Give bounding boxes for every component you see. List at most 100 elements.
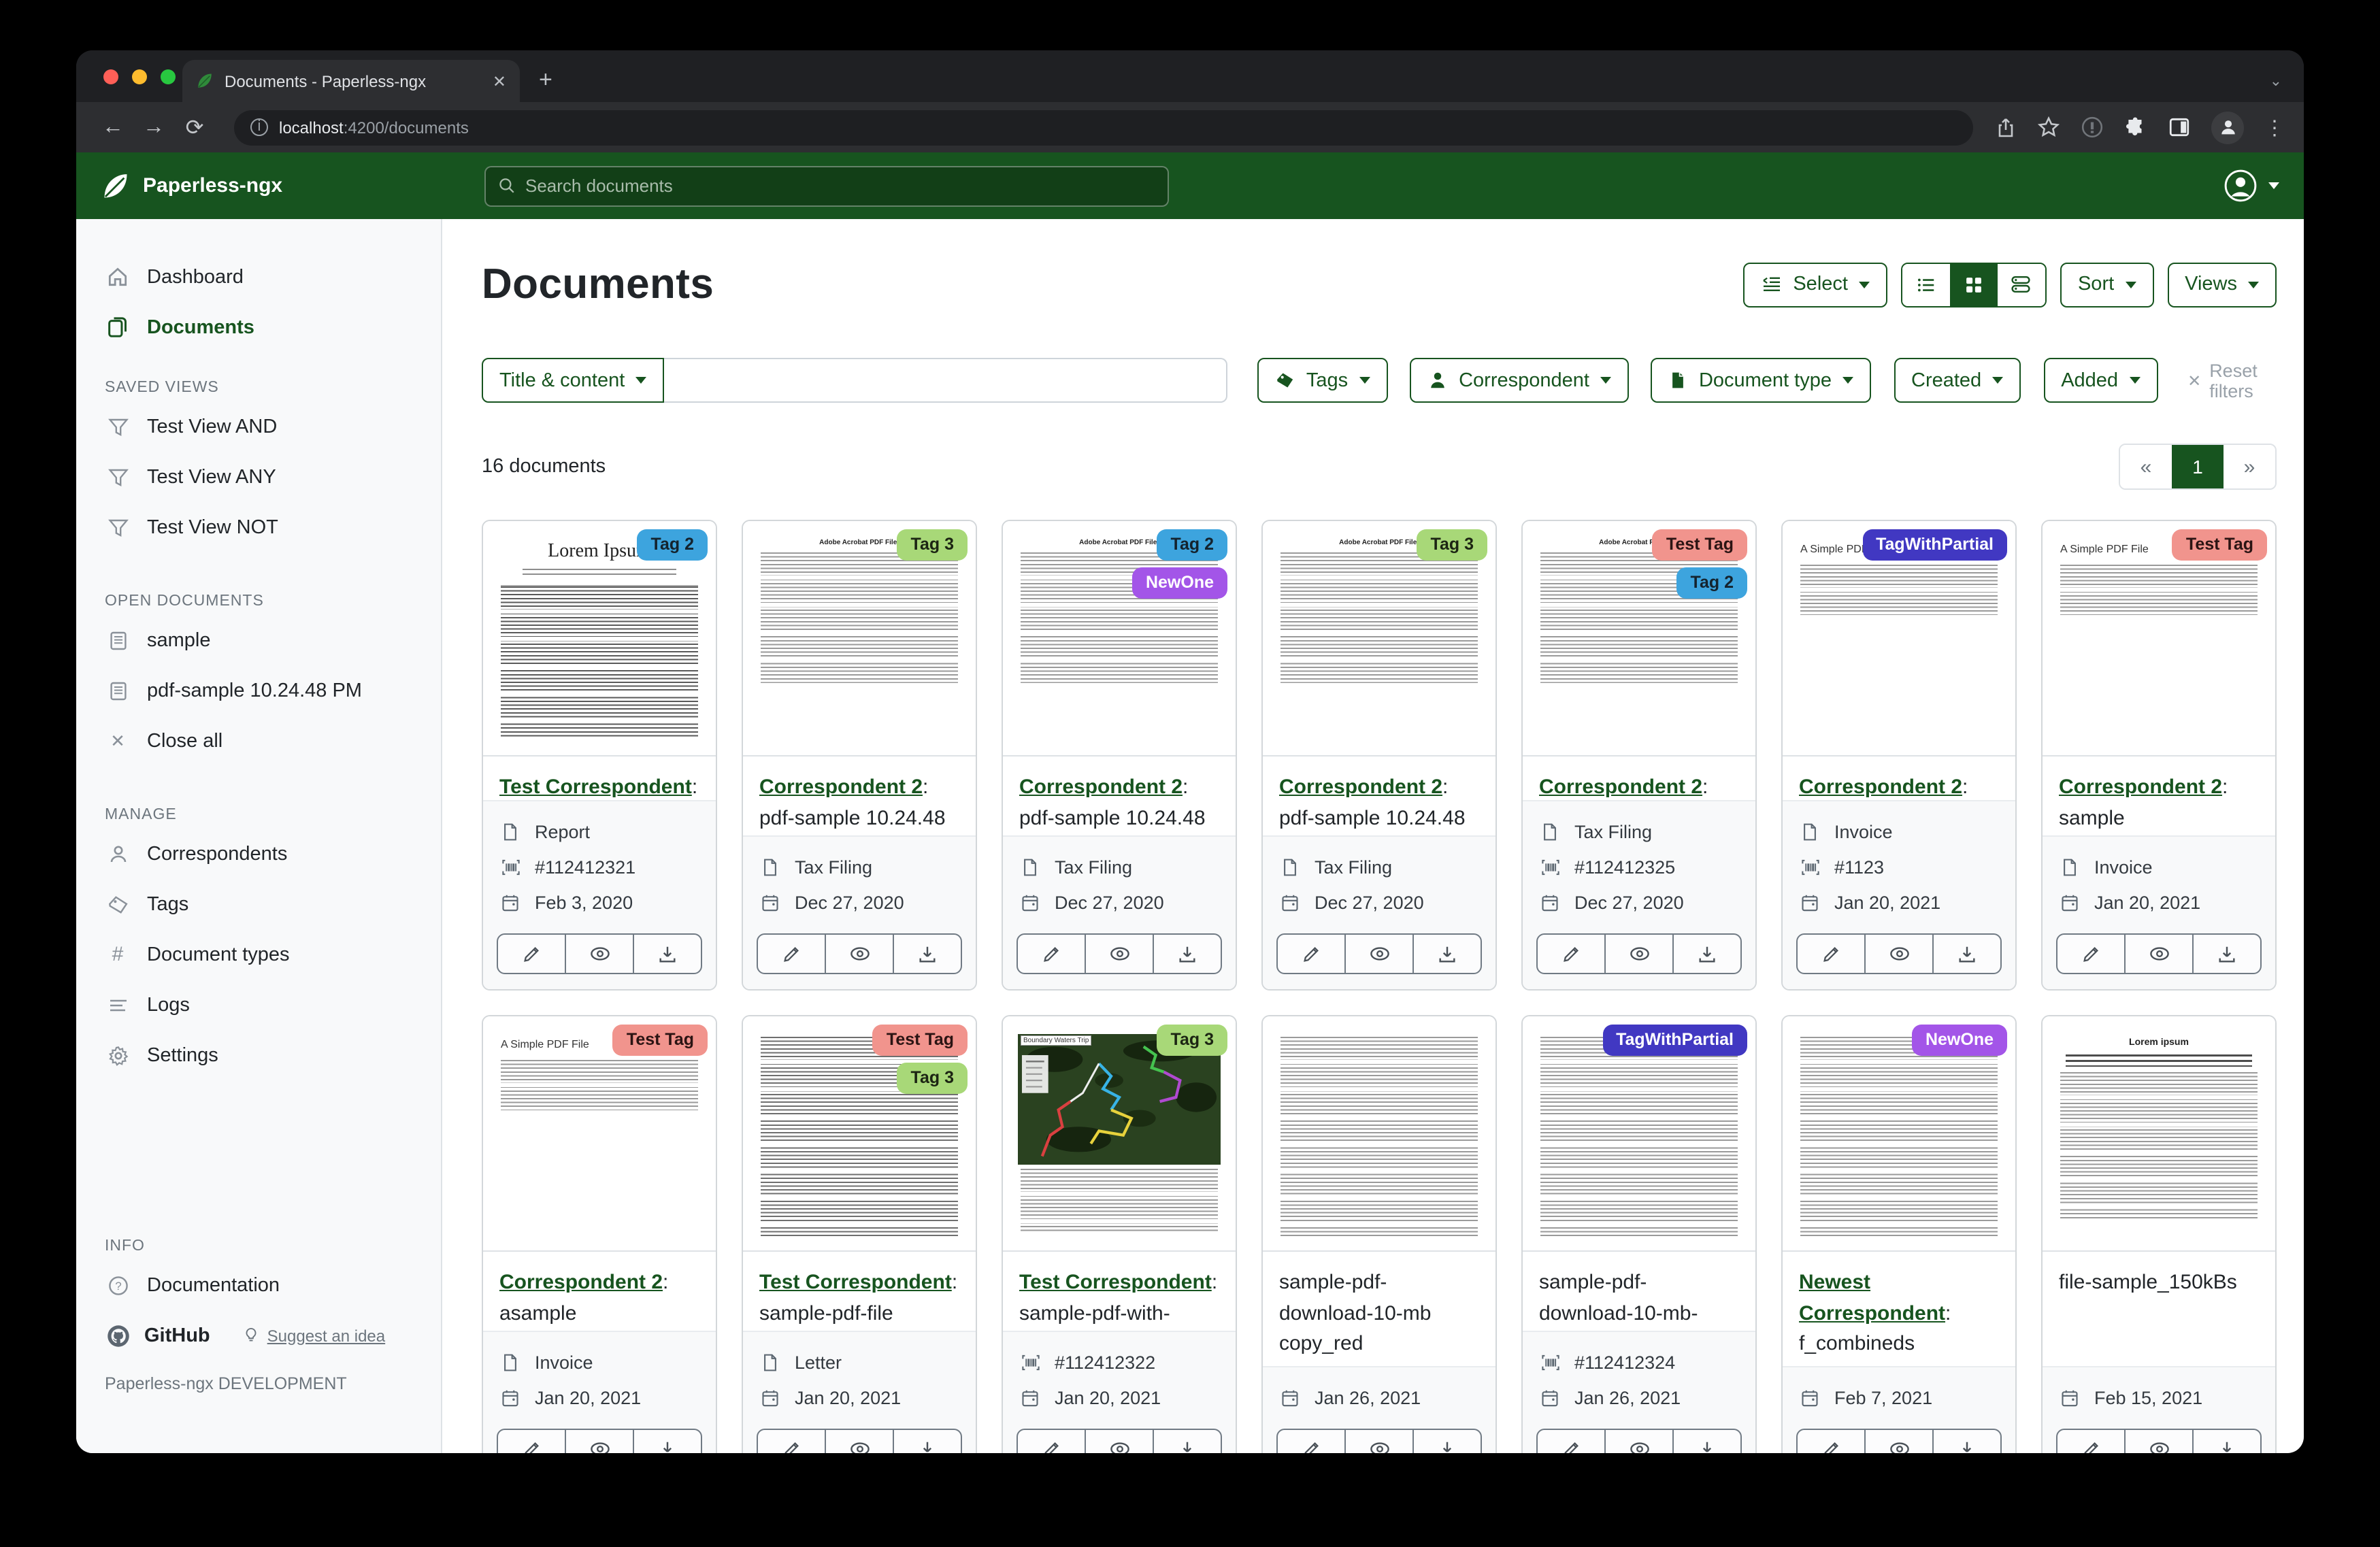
global-search[interactable] bbox=[484, 165, 1169, 206]
created-date-row[interactable]: Dec 27, 2020 bbox=[1279, 884, 1479, 920]
pagination-prev-button[interactable]: « bbox=[2120, 445, 2172, 488]
created-date-row[interactable]: Jan 20, 2021 bbox=[759, 1380, 959, 1415]
download-button[interactable] bbox=[1412, 1430, 1481, 1453]
extensions-puzzle-icon[interactable] bbox=[2124, 116, 2147, 139]
document-thumbnail[interactable]: Adobe Acrobat PDF Files bbox=[743, 521, 976, 756]
created-date-row[interactable]: Dec 27, 2020 bbox=[1019, 884, 1219, 920]
created-date-row[interactable]: Jan 20, 2021 bbox=[1019, 1380, 1219, 1415]
preview-button[interactable] bbox=[1344, 1430, 1412, 1453]
created-date-row[interactable]: Jan 20, 2021 bbox=[499, 1380, 699, 1415]
document-thumbnail[interactable]: A Simple PDF File bbox=[483, 1016, 716, 1252]
download-button[interactable] bbox=[633, 1430, 701, 1453]
document-thumbnail[interactable]: Lorem ipsum bbox=[2043, 1016, 2275, 1252]
sidebar-item-saved-view-and[interactable]: Test View AND bbox=[76, 401, 441, 452]
download-button[interactable] bbox=[893, 935, 961, 973]
tab-search-chevron-icon[interactable]: ⌄ bbox=[2270, 72, 2282, 90]
download-button[interactable] bbox=[2192, 1430, 2260, 1453]
view-mode-list-button[interactable] bbox=[1902, 263, 1950, 305]
sidebar-item-open-doc-sample[interactable]: sample bbox=[76, 615, 441, 665]
document-thumbnail[interactable]: TagWithPartial bbox=[1523, 1016, 1755, 1252]
correspondent-link[interactable]: Correspondent 2 bbox=[499, 1271, 663, 1294]
preview-button[interactable] bbox=[2124, 935, 2192, 973]
created-date-row[interactable]: Jan 20, 2021 bbox=[2059, 884, 2259, 920]
edit-button[interactable] bbox=[758, 1430, 825, 1453]
tag-badge[interactable]: Tag 3 bbox=[1157, 1025, 1227, 1056]
edit-button[interactable] bbox=[1278, 935, 1344, 973]
tag-badge[interactable]: Test Tag bbox=[873, 1025, 968, 1056]
correspondent-link[interactable]: Correspondent 2 bbox=[1799, 776, 1962, 799]
preview-button[interactable] bbox=[825, 935, 893, 973]
search-input[interactable] bbox=[525, 176, 1155, 196]
download-button[interactable] bbox=[1672, 1430, 1740, 1453]
reload-icon[interactable]: ⟳ bbox=[177, 114, 212, 141]
site-info-icon[interactable]: i bbox=[250, 118, 268, 136]
document-type-row[interactable]: Invoice bbox=[499, 1344, 699, 1380]
document-type-row[interactable]: Tax Filing bbox=[1019, 849, 1219, 884]
sidebar-item-documentation[interactable]: ? Documentation bbox=[76, 1260, 441, 1310]
created-date-row[interactable]: Feb 7, 2021 bbox=[1799, 1380, 1999, 1415]
preview-button[interactable] bbox=[1864, 1430, 1932, 1453]
extension-badge-icon[interactable] bbox=[2081, 116, 2104, 139]
sidebar-item-documents[interactable]: Documents bbox=[76, 302, 441, 352]
correspondent-filter-button[interactable]: Correspondent bbox=[1410, 358, 1629, 403]
asn-row[interactable]: #112412322 bbox=[1019, 1344, 1219, 1380]
document-thumbnail[interactable]: A Simple PDF File bbox=[1783, 521, 2015, 756]
preview-button[interactable] bbox=[565, 1430, 633, 1453]
preview-button[interactable] bbox=[825, 1430, 893, 1453]
edit-button[interactable] bbox=[1018, 935, 1085, 973]
tag-badge[interactable]: Test Tag bbox=[2172, 529, 2267, 561]
close-window-button[interactable] bbox=[103, 69, 118, 84]
correspondent-link[interactable]: Test Correspondent bbox=[499, 776, 692, 799]
created-date-row[interactable]: Dec 27, 2020 bbox=[759, 884, 959, 920]
download-button[interactable] bbox=[1932, 1430, 2000, 1453]
preview-button[interactable] bbox=[565, 935, 633, 973]
tag-badge[interactable]: Tag 3 bbox=[1417, 529, 1487, 561]
tag-badge[interactable]: Tag 2 bbox=[1677, 567, 1747, 599]
app-brand[interactable]: Paperless-ngx bbox=[101, 171, 484, 201]
preview-button[interactable] bbox=[1604, 1430, 1672, 1453]
sidebar-item-logs[interactable]: Logs bbox=[76, 980, 441, 1030]
correspondent-link[interactable]: Correspondent 2 bbox=[2059, 776, 2222, 799]
sidebar-item-open-doc-pdf-sample[interactable]: pdf-sample 10.24.48 PM bbox=[76, 665, 441, 716]
preview-button[interactable] bbox=[1085, 935, 1153, 973]
select-button[interactable]: Select bbox=[1742, 262, 1887, 307]
preview-button[interactable] bbox=[1864, 935, 1932, 973]
document-thumbnail[interactable]: Adobe Acrobat PDF Files bbox=[1003, 521, 1236, 756]
download-button[interactable] bbox=[1672, 935, 1740, 973]
suggest-an-idea-link[interactable]: Suggest an idea bbox=[267, 1326, 386, 1345]
browser-profile-avatar[interactable] bbox=[2211, 111, 2244, 144]
document-type-filter-button[interactable]: Document type bbox=[1651, 358, 1871, 403]
created-date-row[interactable]: Feb 15, 2021 bbox=[2059, 1380, 2259, 1415]
views-button[interactable]: Views bbox=[2167, 262, 2277, 307]
pagination-next-button[interactable]: » bbox=[2224, 445, 2275, 488]
edit-button[interactable] bbox=[1538, 935, 1604, 973]
edit-button[interactable] bbox=[1018, 1430, 1085, 1453]
sidebar-item-correspondents[interactable]: Correspondents bbox=[76, 829, 441, 879]
address-bar[interactable]: i localhost:4200/documents bbox=[234, 110, 1973, 145]
browser-tab[interactable]: Documents - Paperless-ngx ✕ bbox=[182, 60, 520, 102]
document-thumbnail[interactable]: Adobe Acrobat PDF Files bbox=[1263, 521, 1495, 756]
tag-badge[interactable]: Tag 3 bbox=[897, 529, 968, 561]
edit-button[interactable] bbox=[758, 935, 825, 973]
correspondent-link[interactable]: Test Correspondent bbox=[1019, 1271, 1212, 1294]
created-date-row[interactable]: Jan 26, 2021 bbox=[1539, 1380, 1739, 1415]
reset-filters-button[interactable]: ✕ Reset filters bbox=[2187, 360, 2277, 401]
forward-icon[interactable]: → bbox=[136, 115, 171, 139]
document-type-row[interactable]: Invoice bbox=[1799, 814, 1999, 849]
download-button[interactable] bbox=[1412, 935, 1481, 973]
sidebar-item-github[interactable]: GitHub Suggest an idea bbox=[76, 1310, 441, 1361]
added-filter-button[interactable]: Added bbox=[2043, 358, 2158, 403]
correspondent-link[interactable]: Test Correspondent bbox=[759, 1271, 952, 1294]
sidebar-item-saved-view-not[interactable]: Test View NOT bbox=[76, 502, 441, 552]
preview-button[interactable] bbox=[1344, 935, 1412, 973]
pagination-page-1[interactable]: 1 bbox=[2172, 445, 2224, 488]
edit-button[interactable] bbox=[1278, 1430, 1344, 1453]
download-button[interactable] bbox=[893, 1430, 961, 1453]
edit-button[interactable] bbox=[2057, 935, 2124, 973]
minimize-window-button[interactable] bbox=[132, 69, 147, 84]
preview-button[interactable] bbox=[1604, 935, 1672, 973]
zoom-window-button[interactable] bbox=[161, 69, 176, 84]
document-type-row[interactable]: Invoice bbox=[2059, 849, 2259, 884]
new-tab-button[interactable]: + bbox=[539, 67, 552, 94]
tag-badge[interactable]: TagWithPartial bbox=[1862, 529, 2007, 561]
